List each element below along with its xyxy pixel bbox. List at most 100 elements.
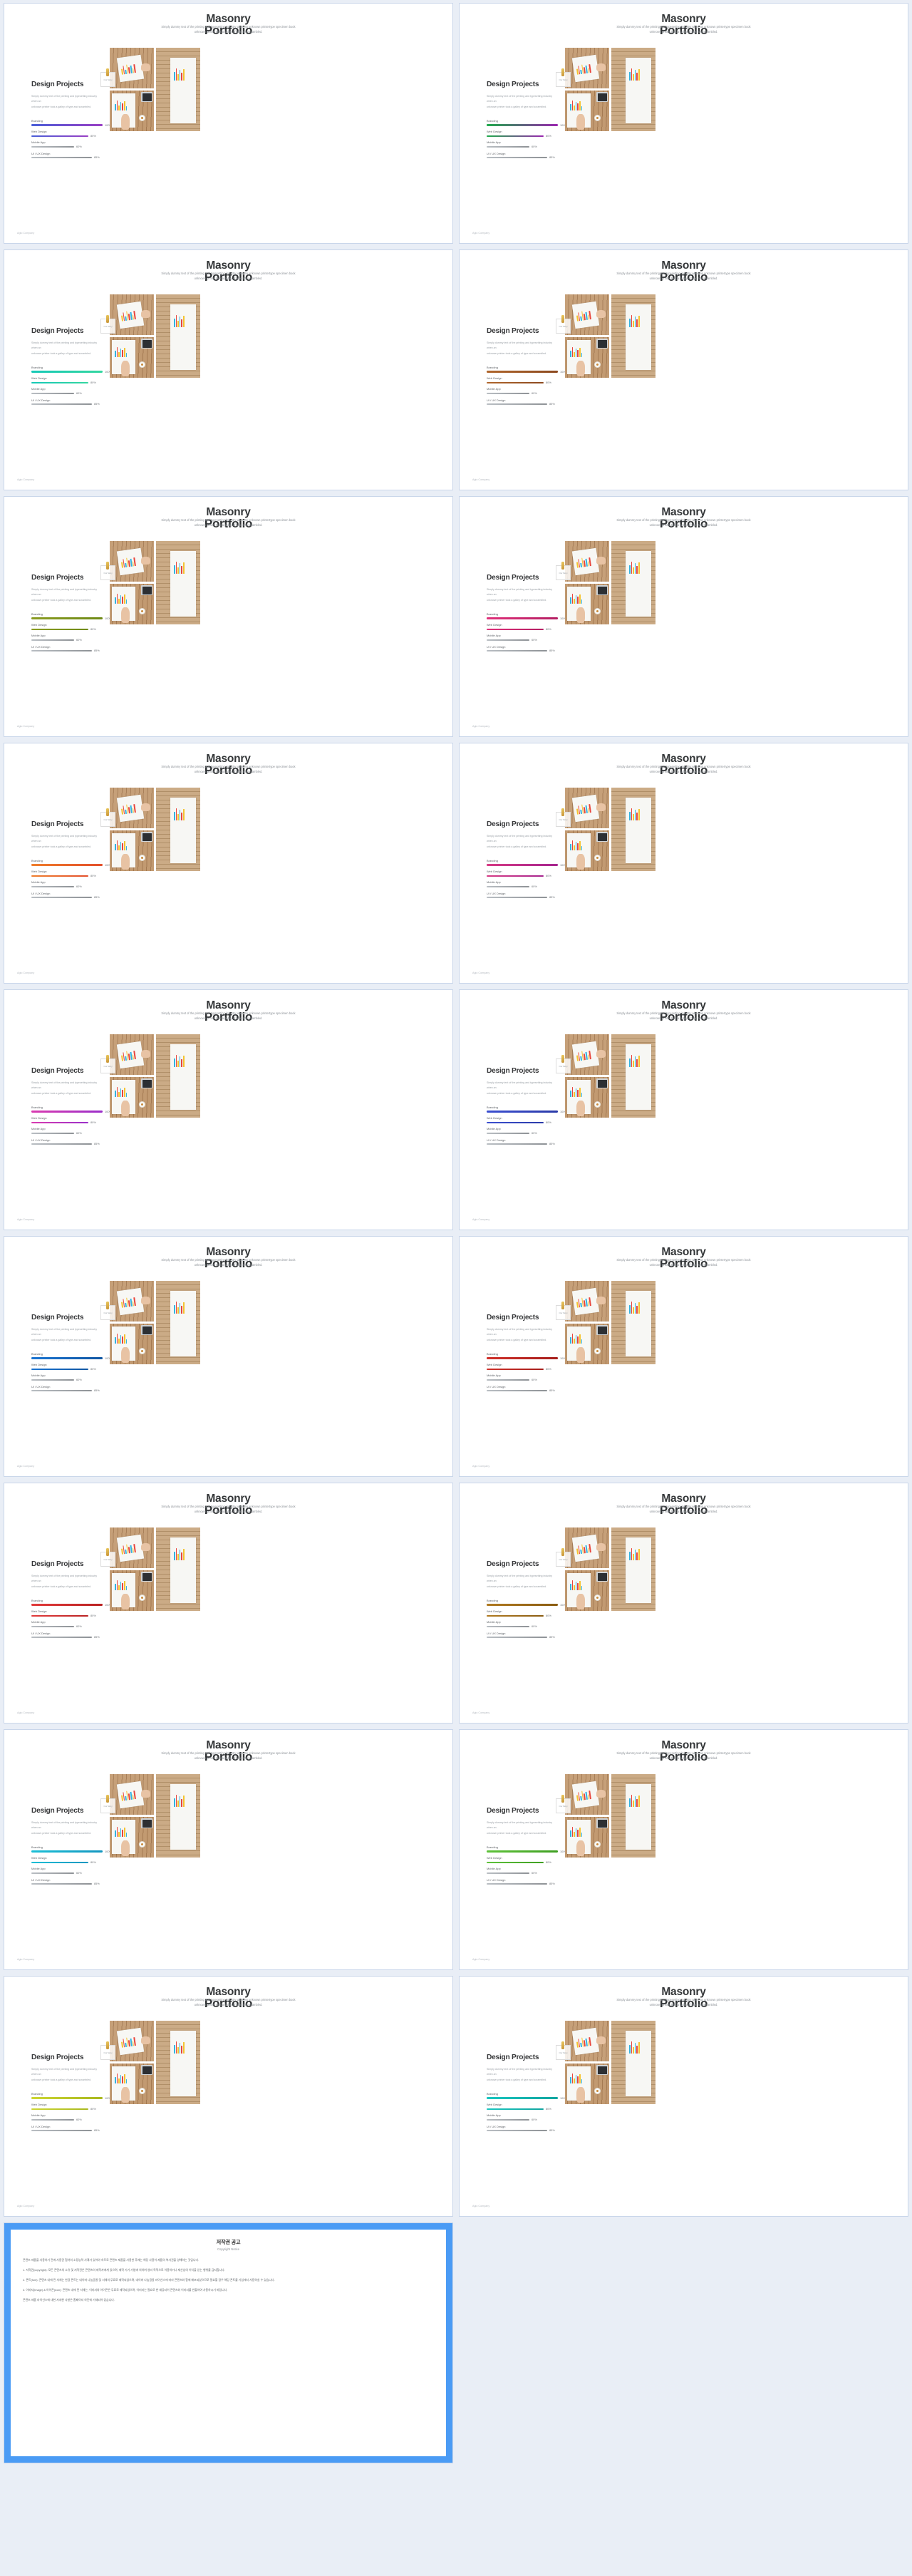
slide-footer: Agio Company	[17, 972, 35, 974]
slide-footer: Agio Company	[17, 1958, 35, 1961]
skill-track: 60%	[487, 885, 558, 888]
slide-thumbnail-12[interactable]: Masonry Portfolio Simply dummy text of t…	[459, 1236, 908, 1477]
skill-track: 85%	[31, 155, 103, 159]
skill-bar-row: Web Design 80%	[31, 623, 103, 631]
skill-percent: 60%	[76, 638, 82, 642]
slide-footer: Agio Company	[17, 232, 35, 235]
skill-bar-list: Branding 100% Web Design 80% Mobile App …	[31, 366, 112, 406]
slide-canvas: Masonry Portfolio Simply dummy text of t…	[4, 497, 452, 736]
coffee-cup-icon	[139, 1101, 145, 1108]
photo-writing-hand	[110, 1817, 154, 1858]
slide-header: Masonry Portfolio Simply dummy text of t…	[4, 13, 452, 37]
coffee-cup-icon	[594, 361, 601, 368]
slide-thumbnail-10[interactable]: Masonry Portfolio Simply dummy text of t…	[459, 989, 908, 1230]
mini-bar-chart	[174, 1301, 185, 1314]
slide-header: Masonry Portfolio Simply dummy text of t…	[4, 1493, 452, 1517]
slide-footer: Agio Company	[472, 1711, 490, 1714]
photo-report-page	[156, 1281, 200, 1364]
skill-fill	[487, 2130, 547, 2132]
mini-bar-chart	[120, 309, 136, 321]
skill-bar-row: Branding 100%	[487, 366, 567, 373]
paper-sheet	[116, 547, 145, 576]
section-body: Simply dummy text of the printing and ty…	[31, 95, 98, 108]
copyright-notice-slide[interactable]: 저작권 공고 Copyright Notice 콘텐츠 제품을 사용하기 전에 사용…	[4, 2222, 453, 2463]
photo-desk-chart	[110, 1774, 154, 1815]
skill-bar-row: UI / UX Design 85%	[31, 1632, 103, 1639]
slide-thumbnail-17[interactable]: Masonry Portfolio Simply dummy text of t…	[4, 1976, 453, 2217]
skill-label: Mobile App	[31, 387, 46, 391]
skill-track: 85%	[31, 402, 103, 406]
photo-caption: Our Story	[103, 1804, 113, 1808]
slide-thumbnail-2[interactable]: Masonry Portfolio Simply dummy text of t…	[459, 3, 908, 244]
slide-thumbnail-9[interactable]: Masonry Portfolio Simply dummy text of t…	[4, 989, 453, 1230]
skill-percent: 80%	[546, 1860, 551, 1865]
skill-percent: 60%	[532, 1378, 537, 1382]
laptop-shape	[141, 92, 152, 102]
slide-thumbnail-6[interactable]: Masonry Portfolio Simply dummy text of t…	[459, 496, 908, 737]
photo-writing-hand	[110, 91, 154, 131]
slide-thumbnail-13[interactable]: Masonry Portfolio Simply dummy text of t…	[4, 1483, 453, 1724]
skill-percent: 80%	[546, 1614, 551, 1618]
slide-canvas: Masonry Portfolio Simply dummy text of t…	[4, 1730, 452, 1969]
slide-thumbnail-1[interactable]: Masonry Portfolio Simply dummy text of t…	[4, 3, 453, 244]
skill-bar-list: Branding 100% Web Design 80% Mobile App …	[31, 859, 112, 899]
slide-thumbnail-15[interactable]: Masonry Portfolio Simply dummy text of t…	[4, 1729, 453, 1970]
deck-header-subtitle: Simply dummy text of the printing and ty…	[161, 1998, 296, 2006]
photo-writing-hand	[565, 830, 609, 871]
slide-thumbnail-7[interactable]: Masonry Portfolio Simply dummy text of t…	[4, 743, 453, 984]
photo-caption: Our Story	[559, 1804, 568, 1808]
skill-label: Web Design	[487, 623, 502, 627]
hand-shape	[576, 607, 585, 623]
mini-bar-chart	[115, 593, 128, 604]
laptop-shape	[596, 1818, 608, 1828]
skill-track: 80%	[487, 381, 558, 384]
slide-thumbnail-16[interactable]: Masonry Portfolio Simply dummy text of t…	[459, 1729, 908, 1970]
hand-shape	[576, 2087, 585, 2103]
skill-label: Branding	[487, 366, 498, 370]
hand-shape	[596, 803, 606, 811]
skill-bar-row: Mobile App 60%	[487, 140, 558, 148]
slide-header: Masonry Portfolio Simply dummy text of t…	[460, 13, 908, 37]
skill-track: 60%	[31, 145, 103, 148]
paper-sheet	[626, 1784, 651, 1850]
paper-sheet	[571, 1041, 600, 1069]
hand-shape	[596, 1050, 606, 1058]
skill-track: 80%	[487, 627, 558, 631]
slide-thumbnail-4[interactable]: Masonry Portfolio Simply dummy text of t…	[459, 249, 908, 490]
slide-header: Masonry Portfolio Simply dummy text of t…	[4, 753, 452, 777]
binder-clip-icon	[106, 315, 109, 323]
slide-canvas: Masonry Portfolio Simply dummy text of t…	[460, 4, 908, 243]
mini-bar-chart	[576, 2036, 591, 2048]
skill-track: 60%	[31, 2118, 103, 2122]
skill-bar-row: UI / UX Design 85%	[31, 892, 103, 899]
skill-fill	[31, 1614, 88, 1617]
slide-thumbnail-11[interactable]: Masonry Portfolio Simply dummy text of t…	[4, 1236, 453, 1477]
skill-fill	[487, 1625, 529, 1628]
slide-thumbnail-14[interactable]: Masonry Portfolio Simply dummy text of t…	[459, 1483, 908, 1724]
photo-caption: Our Story	[559, 571, 568, 575]
slide-thumbnail-18[interactable]: Masonry Portfolio Simply dummy text of t…	[459, 1976, 908, 2217]
skill-percent: 60%	[76, 2118, 82, 2122]
skill-track: 85%	[487, 2128, 558, 2132]
mini-bar-chart	[629, 1547, 640, 1560]
skill-percent: 85%	[94, 1635, 100, 1639]
skill-track: 80%	[487, 874, 558, 877]
skill-track: 80%	[487, 134, 558, 138]
skill-track: 85%	[31, 649, 103, 652]
photo-desk-chart	[110, 788, 154, 828]
skill-bar-row: Branding 100%	[31, 119, 112, 127]
paper-sheet	[116, 794, 145, 823]
skill-bar-row: Branding 100%	[487, 612, 567, 620]
slide-thumbnail-5[interactable]: Masonry Portfolio Simply dummy text of t…	[4, 496, 453, 737]
deck-header-subtitle: Simply dummy text of the printing and ty…	[616, 518, 751, 527]
slide-thumbnail-3[interactable]: Masonry Portfolio Simply dummy text of t…	[4, 249, 453, 490]
mini-bar-chart	[570, 346, 583, 357]
left-content-column: Design Projects Simply dummy text of the…	[31, 820, 112, 902]
deck-header-subtitle: Simply dummy text of the printing and ty…	[616, 1505, 751, 1513]
skill-fill	[487, 1637, 547, 1639]
section-title: Design Projects	[487, 327, 539, 335]
slide-thumbnail-8[interactable]: Masonry Portfolio Simply dummy text of t…	[459, 743, 908, 984]
skill-fill	[487, 1357, 558, 1359]
skill-track: 85%	[487, 895, 558, 899]
slide-canvas: Masonry Portfolio Simply dummy text of t…	[460, 743, 908, 983]
